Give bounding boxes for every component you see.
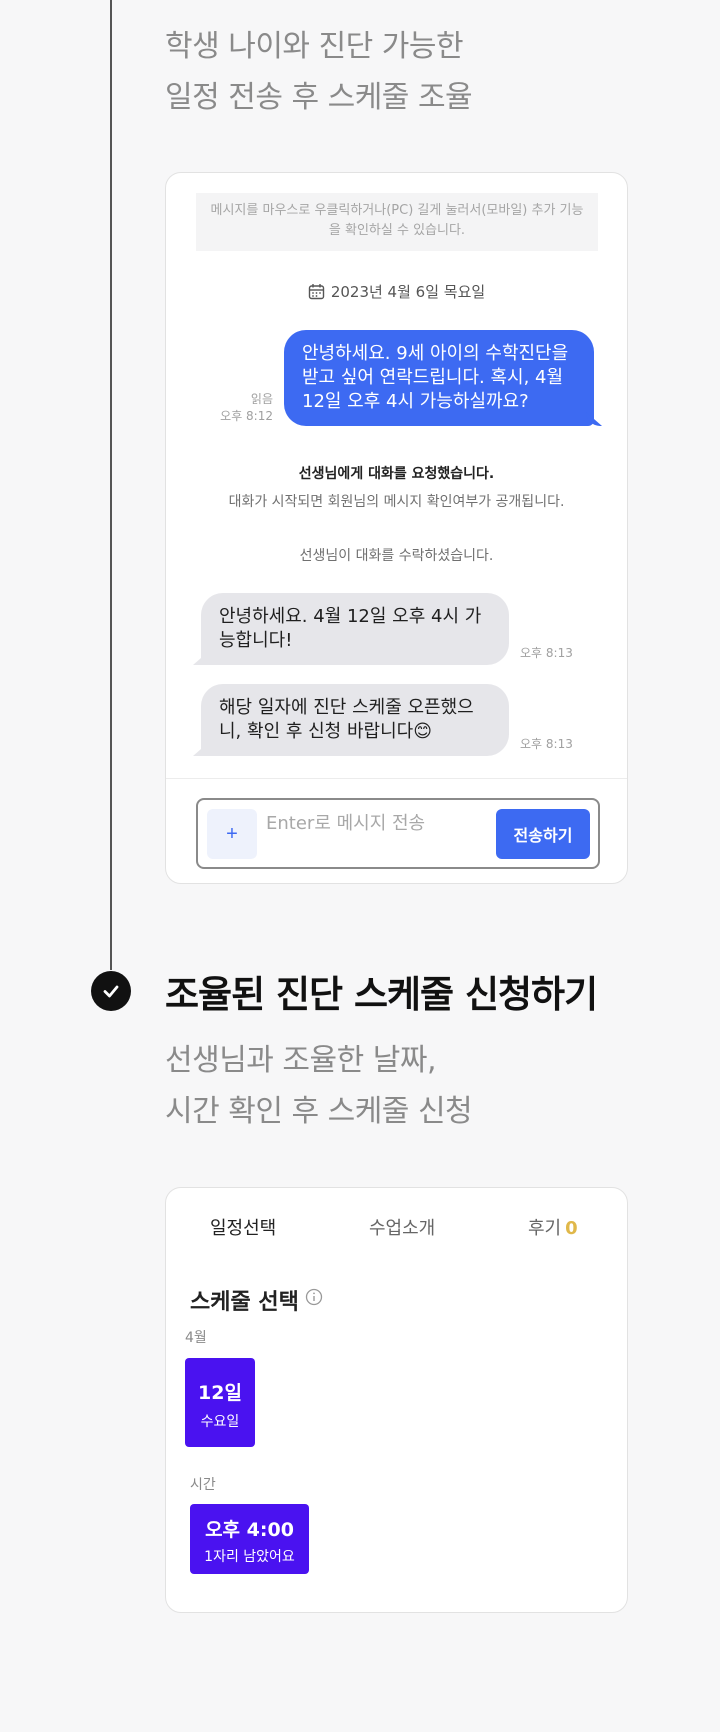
schedule-card: 일정선택 수업소개 후기 0 스케줄 선택 4월 12일 수요일 시간 오후 4:… (165, 1187, 628, 1613)
reply-bubble-2[interactable]: 해당 일자에 진단 스케줄 오픈했으니, 확인 후 신청 바랍니다😊 (201, 684, 509, 756)
seats-left: 1자리 남았어요 (204, 1549, 295, 1565)
attach-plus-button[interactable]: + (207, 809, 257, 859)
reply-time-1: 오후 8:13 (520, 646, 573, 660)
chat-date-text: 2023년 4월 6일 목요일 (330, 283, 486, 301)
my-message-time: 오후 8:12 (220, 409, 273, 423)
time-option-selected[interactable]: 오후 4:00 1자리 남았어요 (190, 1504, 309, 1574)
step2-title: 조율된 진단 스케줄 신청하기 (165, 973, 598, 1016)
chat-divider (166, 778, 627, 779)
system-request-message: 선생님에게 대화를 요청했습니다. (298, 466, 495, 482)
date-day: 12일 (198, 1382, 242, 1404)
timeline-line (110, 0, 112, 970)
chat-card: 메시지를 마우스로 우클릭하거나(PC) 길게 눌러서(모바일) 추가 기능을 … (165, 172, 628, 884)
my-message-status: 읽음 (250, 392, 273, 406)
step2-subtitle-line1: 선생님과 조율한 날짜, (165, 1043, 437, 1078)
step-check-icon (91, 971, 131, 1011)
chat-date: 2023년 4월 6일 목요일 (166, 281, 627, 302)
info-icon[interactable] (305, 1288, 323, 1306)
time-value: 오후 4:00 (205, 1519, 294, 1541)
step1-subtitle-line1: 학생 나이와 진단 가능한 (165, 29, 464, 64)
tab-schedule-select[interactable]: 일정선택 (210, 1214, 276, 1240)
system-accept-message: 선생님이 대화를 수락하셨습니다. (299, 548, 494, 564)
schedule-title: 스케줄 선택 (190, 1290, 299, 1315)
calendar-icon (308, 284, 325, 300)
step1-subtitle-line2: 일정 전송 후 스케줄 조율 (165, 80, 473, 115)
month-label: 4월 (185, 1330, 207, 1346)
chat-notice: 메시지를 마우스로 우클릭하거나(PC) 길게 눌러서(모바일) 추가 기능을 … (196, 193, 598, 251)
schedule-tabs: 일정선택 수업소개 후기 0 (166, 1214, 627, 1244)
date-weekday: 수요일 (200, 1414, 240, 1430)
review-count-badge: 0 (565, 1218, 578, 1239)
tab-reviews[interactable]: 후기 0 (528, 1214, 578, 1240)
send-button[interactable]: 전송하기 (496, 809, 590, 859)
reply-time-2: 오후 8:13 (520, 737, 573, 751)
tab-reviews-label: 후기 (528, 1218, 562, 1239)
step2-subtitle-line2: 시간 확인 후 스케줄 신청 (165, 1094, 473, 1129)
reply-bubble-1[interactable]: 안녕하세요. 4월 12일 오후 4시 가능합니다! (201, 593, 509, 665)
date-option-selected[interactable]: 12일 수요일 (185, 1358, 255, 1447)
message-input[interactable] (266, 810, 476, 836)
time-label: 시간 (190, 1477, 216, 1493)
my-message-bubble[interactable]: 안녕하세요. 9세 아이의 수학진단을 받고 싶어 연락드립니다. 혹시, 4월… (284, 330, 594, 426)
message-composer: + 전송하기 (196, 798, 600, 869)
tab-class-intro[interactable]: 수업소개 (369, 1214, 435, 1240)
system-note-message: 대화가 시작되면 회원님의 메시지 확인여부가 공개됩니다. (228, 494, 565, 510)
